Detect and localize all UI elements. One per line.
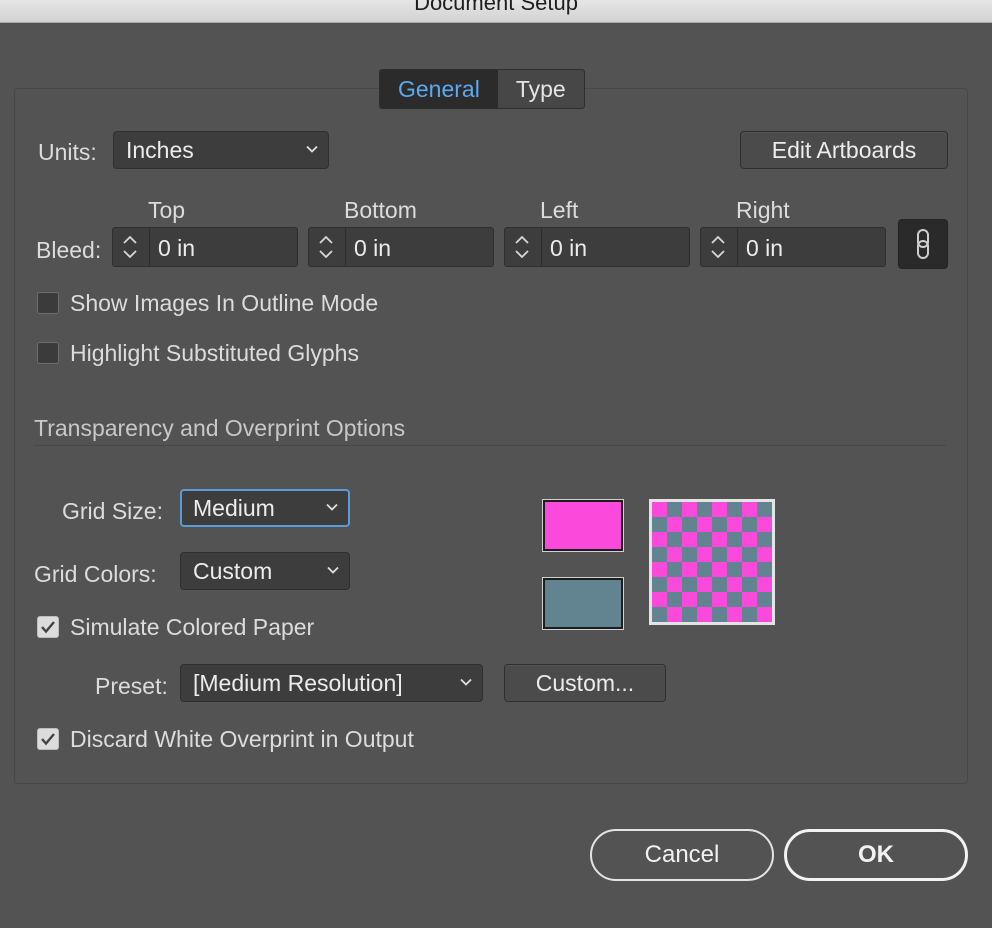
bleed-bottom-value[interactable]: 0 in [345,228,391,266]
cancel-button[interactable]: Cancel [590,829,774,881]
chevron-down-icon [326,503,338,511]
grid-color-1-swatch[interactable] [542,499,624,552]
highlight-glyphs-label[interactable]: Highlight Substituted Glyphs [70,340,359,367]
discard-white-label[interactable]: Discard White Overprint in Output [70,726,414,753]
edit-artboards-button[interactable]: Edit Artboards [740,131,948,169]
custom-button[interactable]: Custom... [504,664,666,702]
units-select[interactable]: Inches [113,131,329,169]
bleed-top-header: Top [148,197,186,223]
simulate-paper-checkbox[interactable] [37,616,59,638]
preset-value: [Medium Resolution] [193,670,403,696]
window-title: Document Setup [414,0,578,15]
simulate-paper-label[interactable]: Simulate Colored Paper [70,614,314,641]
link-bleed-button[interactable] [898,219,948,269]
bleed-label: Bleed: [36,237,102,263]
grid-size-label: Grid Size: [62,498,163,524]
chevron-down-icon [460,678,472,686]
grid-color-2-swatch[interactable] [542,577,624,630]
section-title: Transparency and Overprint Options [34,415,406,441]
stepper-arrows-icon[interactable] [117,232,143,262]
bleed-right-header: Right [736,197,790,223]
highlight-glyphs-checkbox[interactable] [37,342,59,364]
units-value: Inches [126,137,194,163]
tab-type[interactable]: Type [497,70,584,108]
grid-colors-label: Grid Colors: [34,561,157,587]
bleed-left-value[interactable]: 0 in [541,228,587,266]
bleed-left-field[interactable]: 0 in [504,227,690,267]
show-images-outline-checkbox[interactable] [37,292,59,314]
preset-label: Preset: [95,673,168,699]
chevron-down-icon [306,145,318,153]
stepper-arrows-icon[interactable] [313,232,339,262]
checkmark-icon [41,621,55,634]
grid-colors-value: Custom [193,558,273,584]
stepper-arrows-icon[interactable] [705,232,731,262]
stepper-arrows-icon[interactable] [509,232,535,262]
title-bar: Document Setup [0,0,992,23]
discard-white-checkbox[interactable] [37,728,59,750]
units-label: Units: [38,139,97,165]
preset-select[interactable]: [Medium Resolution] [180,664,483,702]
chain-link-icon [917,229,929,259]
checkmark-icon [41,733,55,746]
transparency-grid-preview [649,499,775,625]
bleed-right-value[interactable]: 0 in [737,228,783,266]
bleed-top-value[interactable]: 0 in [149,228,195,266]
tab-general[interactable]: General [380,70,498,108]
bleed-top-field[interactable]: 0 in [112,227,298,267]
tab-bar: General Type [379,69,585,109]
section-divider [34,445,946,446]
show-images-outline-label[interactable]: Show Images In Outline Mode [70,290,378,317]
grid-colors-select[interactable]: Custom [180,552,350,590]
grid-size-value: Medium [193,495,275,521]
bleed-left-header: Left [540,197,579,223]
bleed-bottom-header: Bottom [344,197,417,223]
bleed-bottom-field[interactable]: 0 in [308,227,494,267]
grid-size-select[interactable]: Medium [180,489,350,527]
chevron-down-icon [327,566,339,574]
bleed-right-field[interactable]: 0 in [700,227,886,267]
ok-button[interactable]: OK [784,829,968,881]
